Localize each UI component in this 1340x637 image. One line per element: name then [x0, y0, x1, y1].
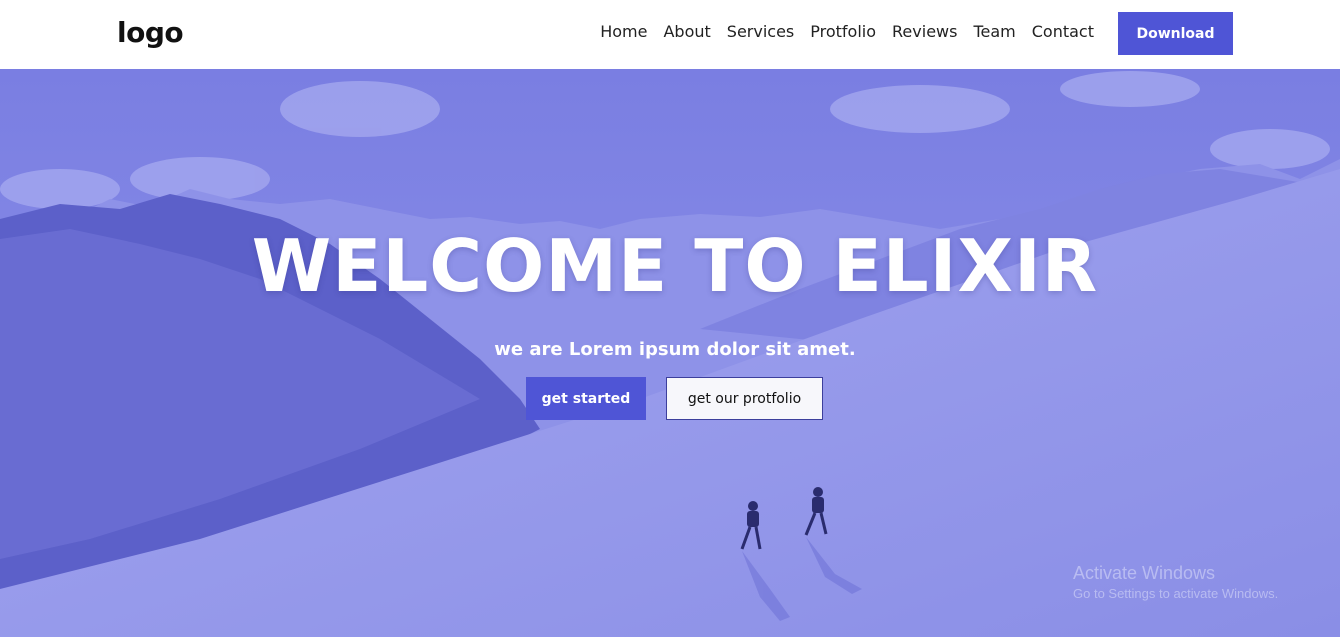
navbar: logo Home About Services Protfolio Revie…: [0, 0, 1340, 69]
nav-link-home[interactable]: Home: [600, 22, 647, 41]
nav-link-reviews[interactable]: Reviews: [892, 22, 957, 41]
get-started-button[interactable]: get started: [526, 377, 646, 420]
activate-windows-watermark: Activate Windows Go to Settings to activ…: [1073, 563, 1278, 601]
nav-menu: Home About Services Protfolio Reviews Te…: [600, 22, 1094, 41]
watermark-subtitle: Go to Settings to activate Windows.: [1073, 586, 1279, 601]
hero-subtitle: we are Lorem ipsum dolor sit amet.: [494, 339, 856, 360]
logo[interactable]: logo: [117, 16, 184, 49]
hero-title: WELCOME TO ELIXIR: [251, 224, 1099, 308]
nav-link-team[interactable]: Team: [973, 22, 1015, 41]
download-button[interactable]: Download: [1118, 12, 1233, 55]
nav-link-contact[interactable]: Contact: [1032, 22, 1094, 41]
nav-link-portfolio[interactable]: Protfolio: [810, 22, 876, 41]
nav-link-services[interactable]: Services: [727, 22, 794, 41]
hero-section: WELCOME TO ELIXIR we are Lorem ipsum dol…: [0, 69, 1340, 637]
portfolio-button[interactable]: get our protfolio: [666, 377, 823, 420]
watermark-title: Activate Windows: [1073, 563, 1216, 583]
nav-link-about[interactable]: About: [663, 22, 710, 41]
